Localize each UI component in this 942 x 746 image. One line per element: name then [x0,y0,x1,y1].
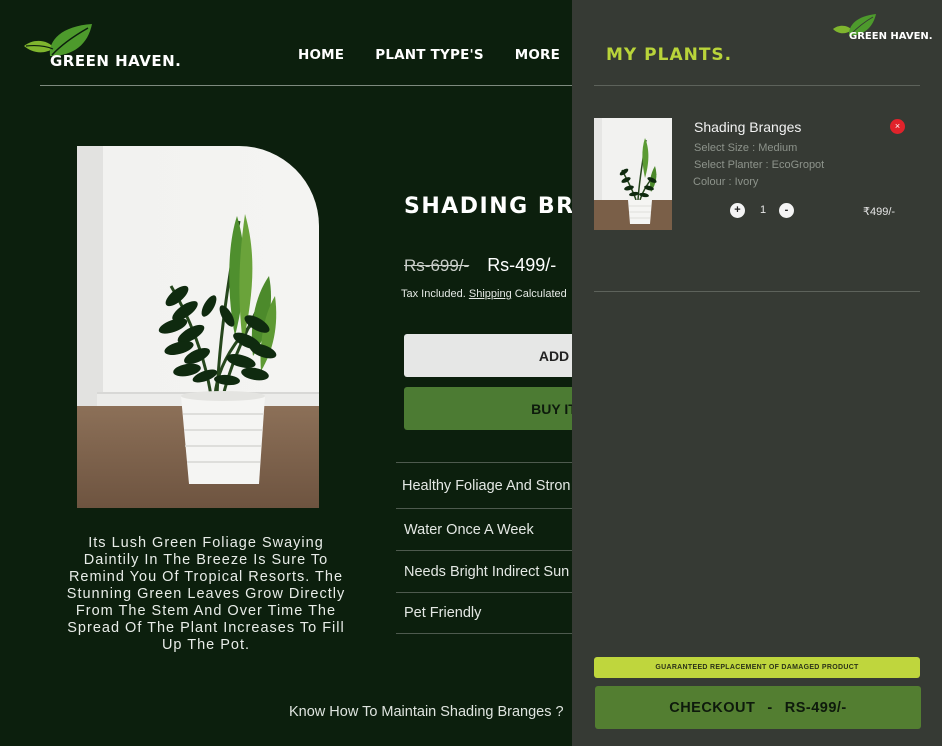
care-guide-link[interactable]: Know How To Maintain Shading Branges ? [289,704,564,720]
cart-item-planter: Select Planter : EcoGropot [694,159,825,171]
tax-note: Tax Included. Shipping Calculated [401,288,567,300]
checkout-button[interactable]: CHECKOUT - RS-499/- [595,686,921,729]
header-divider [40,85,600,86]
tax-suffix: Calculated [514,288,567,300]
original-price: Rs-699/- [404,256,470,275]
guarantee-banner: GUARANTEED REPLACEMENT OF DAMAGED PRODUC… [594,657,920,678]
decrease-quantity-button[interactable]: - [779,203,794,218]
cart-item-image [594,118,672,230]
cart-item-colour: Colour : Ivory [693,176,759,188]
cart-item-name: Shading Branges [694,119,802,135]
cart-drawer: MY PLANTS. GREEN HAVEN. Shading Branges … [572,0,942,746]
remove-item-button[interactable]: × [890,119,905,134]
product-title: SHADING BRA [404,194,594,219]
increase-quantity-button[interactable]: + [730,203,745,218]
checkout-label: CHECKOUT [669,699,756,716]
cart-divider-top [594,85,920,86]
shipping-link[interactable]: Shipping [469,288,512,300]
nav-item-plant-types[interactable]: PLANT TYPE'S [375,47,484,63]
main-nav: HOME PLANT TYPE'S MORE [298,47,560,63]
cart-item-size: Select Size : Medium [694,142,798,154]
plant-illustration [158,214,277,484]
cart-brand-logo: GREEN HAVEN. [832,13,942,47]
quantity-value: 1 [760,204,767,216]
nav-item-home[interactable]: HOME [298,47,344,63]
product-image [77,146,319,508]
cart-item-price: ₹499/- [863,206,896,218]
price-row: Rs-699/- Rs-499/- [404,255,556,276]
brand-logo[interactable]: GREEN HAVEN. [22,22,192,72]
sale-price: Rs-499/- [487,255,557,275]
cart-brand-name: GREEN HAVEN. [849,31,933,42]
cart-title: MY PLANTS. [606,45,733,65]
tax-prefix: Tax Included. [401,288,466,300]
plant-thumbnail [619,138,657,224]
product-description: Its Lush Green Foliage Swaying Daintily … [66,535,346,653]
cart-divider-bottom [594,291,920,292]
brand-name: GREEN HAVEN. [50,52,182,70]
checkout-total: RS-499/- [784,699,847,716]
checkout-separator: - [767,699,773,716]
nav-item-more[interactable]: MORE [515,47,560,63]
